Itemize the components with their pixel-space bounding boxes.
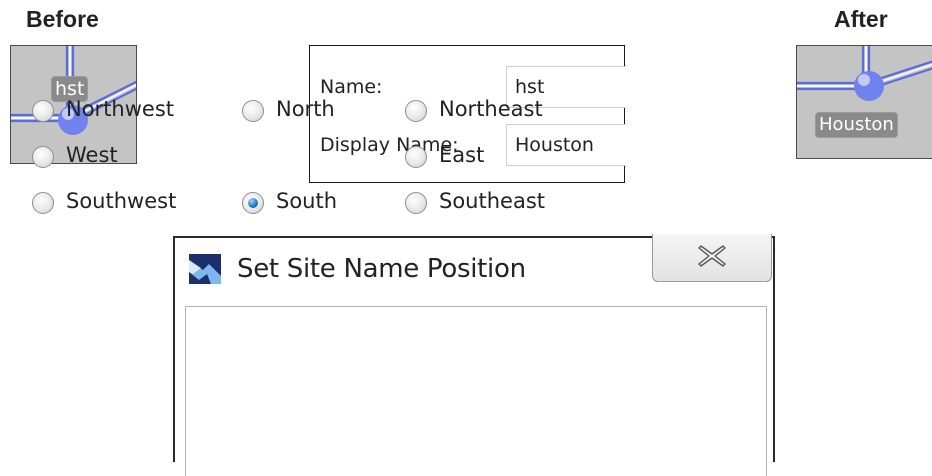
option-label: Northwest bbox=[66, 97, 175, 121]
network-links-graphic bbox=[797, 46, 932, 101]
position-options-group bbox=[185, 306, 767, 476]
after-map-thumbnail: Houston bbox=[796, 45, 932, 159]
display-name-label: Display Name: bbox=[320, 134, 459, 156]
radio-southeast[interactable] bbox=[405, 192, 427, 214]
radio-east[interactable] bbox=[405, 146, 427, 168]
option-label: East bbox=[439, 143, 485, 167]
close-x-icon bbox=[698, 245, 726, 267]
display-name-field[interactable]: Houston bbox=[506, 124, 626, 166]
radio-north[interactable] bbox=[242, 100, 264, 122]
close-button[interactable] bbox=[652, 234, 772, 282]
after-heading: After bbox=[834, 6, 888, 32]
before-heading: Before bbox=[26, 6, 99, 32]
name-label: Name: bbox=[320, 76, 383, 98]
network-logo-icon bbox=[189, 254, 221, 284]
set-site-name-position-dialog: Set Site Name Position bbox=[173, 234, 775, 476]
option-label: South bbox=[276, 189, 338, 213]
option-label: Northeast bbox=[439, 97, 543, 121]
option-label: West bbox=[66, 143, 118, 167]
option-label: Southwest bbox=[66, 189, 177, 213]
option-label: North bbox=[276, 97, 335, 121]
radio-west[interactable] bbox=[32, 146, 54, 168]
dialog-title: Set Site Name Position bbox=[237, 254, 526, 284]
site-node bbox=[854, 71, 884, 101]
radio-northeast[interactable] bbox=[405, 100, 427, 122]
radio-southwest[interactable] bbox=[32, 192, 54, 214]
radio-northwest[interactable] bbox=[32, 100, 54, 122]
radio-south[interactable] bbox=[242, 192, 264, 214]
option-label: Southeast bbox=[439, 189, 545, 213]
dialog-titlebar: Set Site Name Position bbox=[175, 234, 773, 304]
site-name-tag: Houston bbox=[815, 112, 898, 138]
